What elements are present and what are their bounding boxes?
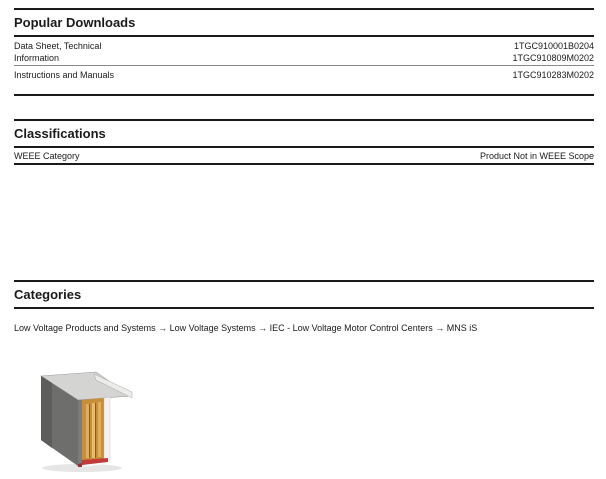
product-image[interactable]	[38, 370, 134, 474]
classifications-section: Classifications WEEE Category Product No…	[14, 119, 594, 165]
download-links: 1TGC910283M0202	[512, 69, 594, 81]
section-bottom-rule	[14, 163, 594, 165]
section-header-rule	[14, 307, 594, 309]
classification-row: WEEE Category Product Not in WEEE Scope	[14, 148, 594, 163]
category-breadcrumb[interactable]: Low Voltage Products and Systems → Low V…	[14, 322, 594, 334]
document-link[interactable]: 1TGC910283M0202	[512, 69, 594, 81]
categories-title: Categories	[14, 287, 82, 302]
mns-is-module-illustration	[40, 371, 133, 472]
download-label: Instructions and Manuals	[14, 70, 115, 80]
download-row: Instructions and Manuals 1TGC910283M0202	[14, 66, 594, 94]
popular-downloads-section: Popular Downloads Data Sheet, Technical …	[14, 8, 594, 96]
popular-downloads-title: Popular Downloads	[14, 15, 136, 30]
download-links: 1TGC910001B0204 1TGC910809M0202	[512, 40, 594, 64]
document-link[interactable]: 1TGC910809M0202	[512, 52, 594, 64]
categories-section: Categories Low Voltage Products and Syst…	[14, 280, 594, 334]
download-row: Data Sheet, Technical Information 1TGC91…	[14, 37, 594, 66]
section-bottom-rule	[14, 94, 594, 96]
classification-value: Product Not in WEEE Scope	[479, 151, 594, 161]
document-link[interactable]: 1TGC910001B0204	[512, 40, 594, 52]
classification-label: WEEE Category	[14, 151, 80, 161]
download-label: Data Sheet, Technical Information	[14, 41, 102, 63]
classifications-title: Classifications	[14, 126, 106, 141]
